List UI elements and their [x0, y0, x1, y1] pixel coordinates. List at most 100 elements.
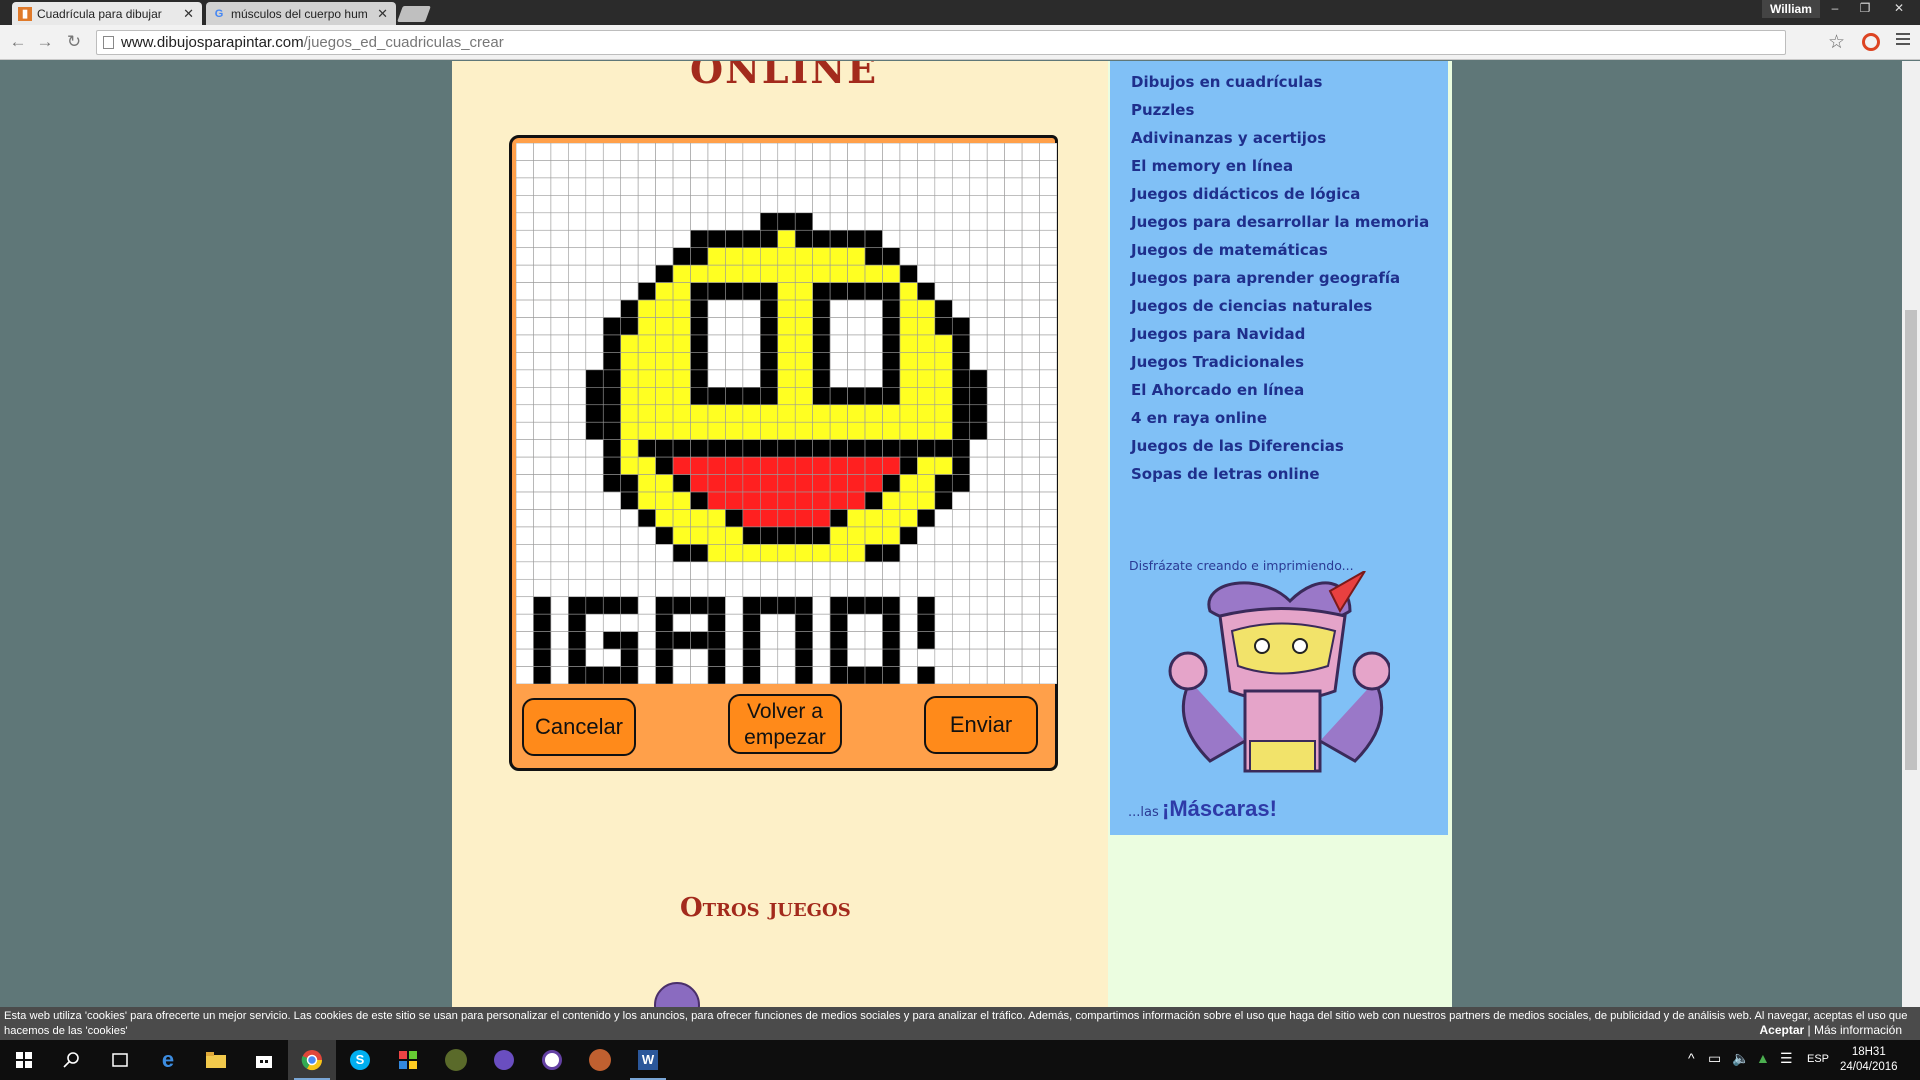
- grid-cell[interactable]: [655, 334, 674, 353]
- grid-cell[interactable]: [760, 404, 779, 423]
- grid-cell[interactable]: [690, 439, 709, 458]
- grid-cell[interactable]: [620, 596, 639, 615]
- grid-cell[interactable]: [777, 387, 796, 406]
- grid-cell[interactable]: [516, 648, 534, 667]
- grid-cell[interactable]: [934, 299, 953, 318]
- grid-cell[interactable]: [672, 195, 691, 214]
- grid-cell[interactable]: [1004, 282, 1023, 301]
- grid-cell[interactable]: [672, 526, 691, 545]
- grid-cell[interactable]: [707, 509, 726, 528]
- grid-cell[interactable]: [672, 509, 691, 528]
- grid-cell[interactable]: [742, 561, 761, 580]
- grid-cell[interactable]: [516, 229, 534, 249]
- grid-cell[interactable]: [568, 334, 587, 353]
- grid-cell[interactable]: [533, 631, 552, 650]
- grid-cell[interactable]: [550, 247, 569, 266]
- grid-cell[interactable]: [602, 456, 622, 475]
- grid-cell[interactable]: [690, 299, 709, 318]
- sidebar-link-tradicionales[interactable]: Juegos Tradicionales: [1131, 353, 1304, 371]
- grid-cell[interactable]: [690, 544, 709, 563]
- grid-cell[interactable]: [568, 317, 587, 336]
- grid-cell[interactable]: [742, 247, 761, 266]
- grid-cell[interactable]: [1021, 264, 1040, 283]
- grid-cell[interactable]: [760, 160, 779, 179]
- grid-cell[interactable]: [812, 352, 831, 371]
- grid-cell[interactable]: [1004, 212, 1023, 231]
- grid-cell[interactable]: [882, 143, 901, 161]
- grid-cell[interactable]: [1004, 474, 1023, 493]
- grid-cell[interactable]: [655, 160, 674, 179]
- grid-cell[interactable]: [550, 439, 569, 458]
- grid-cell[interactable]: [760, 509, 779, 528]
- grid-cell[interactable]: [585, 177, 604, 196]
- grid-cell[interactable]: [1004, 229, 1023, 249]
- grid-cell[interactable]: [760, 439, 779, 458]
- grid-cell[interactable]: [655, 631, 674, 650]
- sidebar-link-logica[interactable]: Juegos didácticos de lógica: [1131, 185, 1360, 203]
- grid-cell[interactable]: [829, 544, 848, 563]
- office-icon[interactable]: [384, 1040, 432, 1080]
- grid-cell[interactable]: [864, 369, 883, 388]
- grid-cell[interactable]: [847, 666, 866, 684]
- grid-cell[interactable]: [917, 456, 936, 475]
- grid-cell[interactable]: [672, 404, 691, 423]
- grid-cell[interactable]: [602, 299, 622, 318]
- grid-cell[interactable]: [1021, 613, 1040, 632]
- grid-cell[interactable]: [969, 334, 988, 353]
- grid-cell[interactable]: [882, 474, 901, 493]
- grid-cell[interactable]: [672, 439, 691, 458]
- grid-cell[interactable]: [602, 631, 622, 650]
- grid-cell[interactable]: [516, 160, 534, 179]
- grid-cell[interactable]: [899, 613, 918, 632]
- grid-cell[interactable]: [882, 613, 901, 632]
- grid-cell[interactable]: [533, 404, 552, 423]
- grid-cell[interactable]: [794, 439, 813, 458]
- grid-cell[interactable]: [760, 352, 779, 371]
- grid-cell[interactable]: [864, 561, 883, 580]
- grid-cell[interactable]: [533, 299, 552, 318]
- grid-cell[interactable]: [760, 578, 779, 598]
- grid-cell[interactable]: [812, 596, 831, 615]
- grid-cell[interactable]: [829, 613, 848, 632]
- grid-cell[interactable]: [777, 613, 796, 632]
- grid-cell[interactable]: [568, 666, 587, 684]
- grid-cell[interactable]: [812, 666, 831, 684]
- grid-cell[interactable]: [620, 317, 639, 336]
- grid-cell[interactable]: [672, 369, 691, 388]
- grid-cell[interactable]: [760, 212, 779, 231]
- grid-cell[interactable]: [760, 631, 779, 650]
- language-indicator[interactable]: ESP: [1807, 1053, 1829, 1065]
- grid-cell[interactable]: [707, 631, 726, 650]
- grid-cell[interactable]: [951, 509, 971, 528]
- new-tab-button[interactable]: [397, 6, 431, 22]
- grid-cell[interactable]: [707, 526, 726, 545]
- grid-cell[interactable]: [812, 229, 831, 249]
- grid-cell[interactable]: [620, 352, 639, 371]
- grid-cell[interactable]: [568, 561, 587, 580]
- grid-cell[interactable]: [864, 143, 883, 161]
- grid-cell[interactable]: [707, 317, 726, 336]
- grid-cell[interactable]: [917, 387, 936, 406]
- grid-cell[interactable]: [550, 421, 569, 440]
- grid-cell[interactable]: [760, 561, 779, 580]
- grid-cell[interactable]: [707, 195, 726, 214]
- grid-cell[interactable]: [620, 282, 639, 301]
- reload-icon[interactable]: ↻: [64, 32, 84, 52]
- grid-cell[interactable]: [725, 177, 744, 196]
- grid-cell[interactable]: [725, 352, 744, 371]
- grid-cell[interactable]: [655, 509, 674, 528]
- grid-cell[interactable]: [777, 648, 796, 667]
- grid-cell[interactable]: [899, 352, 918, 371]
- grid-cell[interactable]: [847, 544, 866, 563]
- grid-cell[interactable]: [847, 212, 866, 231]
- grid-cell[interactable]: [794, 282, 813, 301]
- grid-cell[interactable]: [969, 648, 988, 667]
- grid-cell[interactable]: [829, 334, 848, 353]
- grid-cell[interactable]: [655, 666, 674, 684]
- grid-cell[interactable]: [655, 474, 674, 493]
- grid-cell[interactable]: [707, 369, 726, 388]
- grid-cell[interactable]: [847, 247, 866, 266]
- grid-cell[interactable]: [568, 578, 587, 598]
- grid-cell[interactable]: [533, 212, 552, 231]
- grid-cell[interactable]: [637, 143, 656, 161]
